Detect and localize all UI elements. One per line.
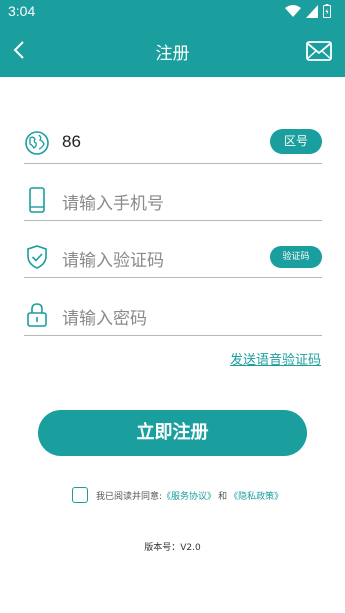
agreement-row: 我已阅读并同意: 《服务协议》 和 《隐私政策》 — [72, 486, 283, 504]
agreement-prefix: 我已阅读并同意: — [96, 491, 163, 502]
mail-icon[interactable] — [306, 40, 332, 62]
battery-icon — [323, 4, 331, 18]
verification-code-input[interactable]: 请输入验证码 — [62, 246, 164, 271]
page-title: 注册 — [155, 44, 190, 64]
phone-input[interactable]: 请输入手机号 — [62, 189, 164, 214]
status-icons — [285, 4, 331, 18]
signal-icon — [306, 4, 318, 18]
area-code-button[interactable]: 区号 — [270, 129, 322, 154]
phone-row: 请输入手机号 — [24, 181, 322, 221]
agreement-and: 和 — [218, 491, 228, 502]
register-button[interactable]: 立即注册 — [38, 410, 307, 456]
country-code-row: 86 区号 — [24, 124, 322, 164]
country-code-value[interactable]: 86 — [62, 132, 81, 152]
globe-icon — [25, 131, 49, 155]
nav-bar: 注册 — [0, 24, 345, 77]
voice-code-link[interactable]: 发送语音验证码 — [230, 349, 321, 368]
privacy-policy-link[interactable]: 《隐私政策》 — [229, 489, 283, 502]
verification-code-row: 请输入验证码 验证码 — [24, 238, 322, 278]
status-bar: 3:04 — [0, 0, 345, 24]
agreement-checkbox[interactable] — [72, 487, 88, 503]
service-agreement-link[interactable]: 《服务协议》 — [162, 489, 216, 502]
wifi-icon — [285, 4, 301, 17]
get-code-button[interactable]: 验证码 — [270, 246, 322, 268]
phone-icon — [29, 187, 45, 213]
version-label: 版本号：V2.0 — [144, 543, 201, 553]
shield-check-icon — [27, 245, 47, 269]
status-time: 3:04 — [8, 3, 36, 19]
lock-icon — [27, 303, 47, 327]
password-input[interactable]: 请输入密码 — [62, 304, 147, 329]
password-row: 请输入密码 — [24, 296, 322, 336]
